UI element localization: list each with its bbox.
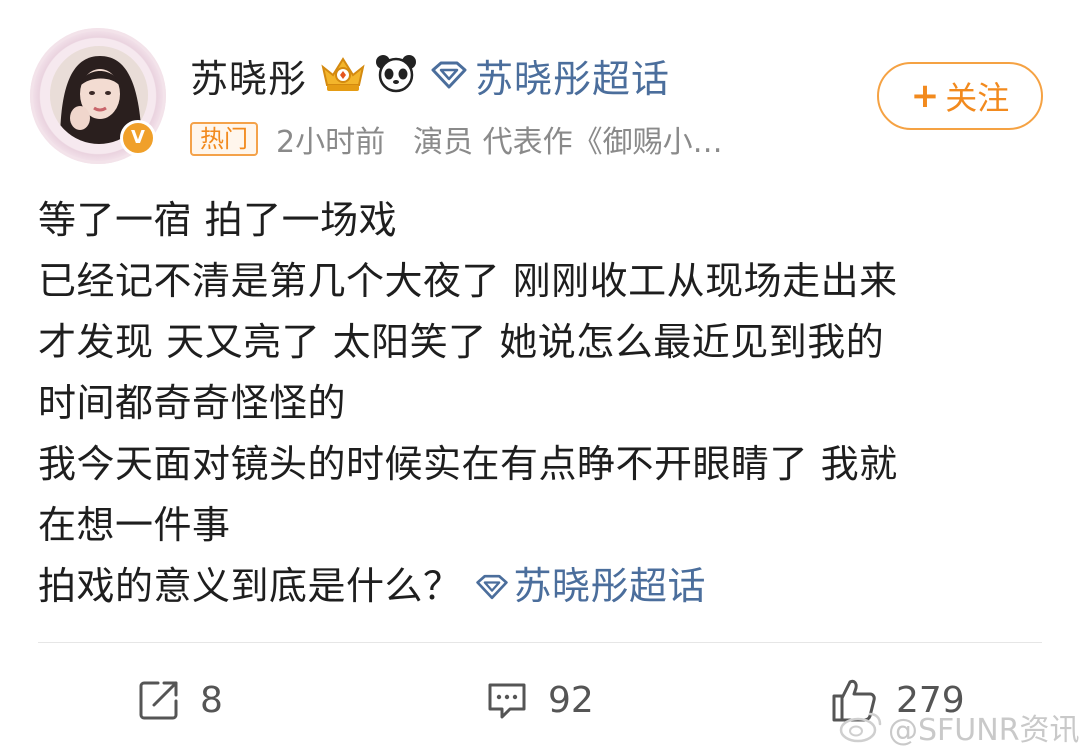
content-line: 等了一宿 拍了一场戏 bbox=[38, 198, 398, 242]
avatar[interactable]: V bbox=[22, 22, 172, 172]
hot-badge: 热门 bbox=[190, 122, 258, 156]
watermark: @SFUNR资讯 bbox=[838, 707, 1080, 748]
divider bbox=[38, 642, 1042, 643]
diamond-topic-icon bbox=[475, 574, 508, 599]
panda-icon bbox=[375, 53, 417, 97]
watermark-text: @SFUNR资讯 bbox=[888, 713, 1080, 748]
repost-count: 8 bbox=[200, 679, 223, 721]
diamond-topic-icon bbox=[431, 61, 467, 89]
user-bio: 演员 代表作《御赐小… bbox=[413, 125, 723, 160]
crown-icon[interactable] bbox=[319, 53, 367, 97]
weibo-post: V 苏晓彤 苏晓彤超话 热门 2小时前 演员 代表作《御赐小… + 关注 等了一… bbox=[0, 0, 1080, 754]
comment-icon bbox=[488, 683, 526, 719]
meta-row: 热门 2小时前 演员 代表作《御赐小… bbox=[190, 118, 723, 160]
comment-button[interactable]: 92 bbox=[484, 670, 594, 730]
inline-super-topic-link[interactable]: 苏晓彤超话 bbox=[462, 556, 707, 617]
name-row: 苏晓彤 苏晓彤超话 bbox=[190, 48, 670, 102]
super-topic-label: 苏晓彤超话 bbox=[475, 56, 671, 101]
content-line: 在想一件事 bbox=[38, 503, 231, 547]
verified-icon: V bbox=[120, 120, 156, 156]
content-line-last: 拍戏的意义到底是什么？ 苏晓彤超话 bbox=[38, 556, 1058, 617]
follow-button[interactable]: + 关注 bbox=[877, 62, 1043, 130]
username[interactable]: 苏晓彤 bbox=[190, 48, 307, 103]
content-line: 已经记不清是第几个大夜了 刚刚收工从现场走出来 bbox=[38, 259, 898, 303]
plus-icon: + bbox=[910, 76, 940, 116]
super-topic-link[interactable]: 苏晓彤超话 bbox=[429, 48, 670, 103]
content-line: 时间都奇奇怪怪的 bbox=[38, 381, 347, 425]
follow-label: 关注 bbox=[945, 79, 1010, 117]
content-line: 我今天面对镜头的时候实在有点睁不开眼睛了 我就 bbox=[38, 442, 898, 486]
repost-icon bbox=[139, 681, 178, 720]
weibo-icon bbox=[839, 712, 882, 743]
post-time: 2小时前 bbox=[276, 125, 386, 160]
repost-button[interactable]: 8 bbox=[136, 670, 223, 730]
post-content: 等了一宿 拍了一场戏 已经记不清是第几个大夜了 刚刚收工从现场走出来 才发现 天… bbox=[38, 190, 1058, 617]
comment-count: 92 bbox=[548, 679, 594, 721]
content-line-text: 拍戏的意义到底是什么？ bbox=[38, 564, 462, 608]
inline-super-topic-label: 苏晓彤超话 bbox=[513, 564, 707, 608]
content-line: 才发现 天又亮了 太阳笑了 她说怎么最近见到我的 bbox=[38, 320, 885, 364]
